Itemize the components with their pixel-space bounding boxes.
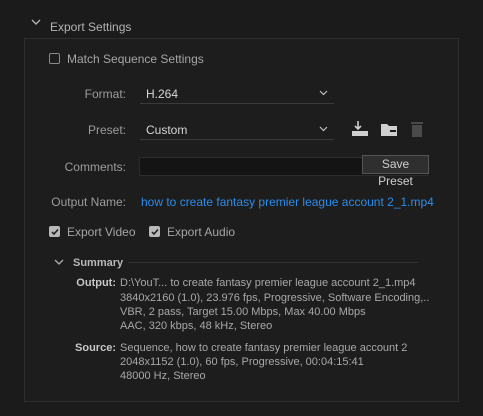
preset-value: Custom xyxy=(146,123,188,137)
format-dropdown[interactable]: H.264 xyxy=(140,84,334,104)
chevron-down-icon[interactable] xyxy=(30,16,42,28)
export-audio-checkbox[interactable] xyxy=(149,226,160,237)
summary-divider xyxy=(128,262,418,263)
summary-output-line: 3840x2160 (1.0), 23.976 fps, Progressive… xyxy=(120,292,430,304)
summary-source-line: 48000 Hz, Stereo xyxy=(120,370,206,382)
export-video-label: Export Video xyxy=(67,225,136,239)
format-value: H.264 xyxy=(146,87,179,101)
manage-presets-icon[interactable] xyxy=(379,121,399,138)
match-sequence-checkbox[interactable] xyxy=(49,53,60,64)
summary-source-line: 2048x1152 (1.0), 60 fps, Progressive, 00… xyxy=(120,356,364,368)
preset-label: Preset: xyxy=(87,123,126,137)
summary-output-key: Output: xyxy=(76,277,116,289)
match-sequence-label: Match Sequence Settings xyxy=(67,52,204,66)
preset-dropdown[interactable]: Custom xyxy=(140,120,334,140)
export-audio-label: Export Audio xyxy=(167,225,236,239)
chevron-down-icon xyxy=(319,90,328,96)
chevron-down-icon[interactable] xyxy=(54,258,64,266)
summary-title: Summary xyxy=(73,257,124,269)
summary-output-line: VBR, 2 pass, Target 15.00 Mbps, Max 40.0… xyxy=(120,306,366,318)
output-name-label: Output Name: xyxy=(51,195,126,209)
save-preset-button[interactable]: Save Preset xyxy=(362,155,429,188)
summary-output-line: AAC, 320 kbps, 48 kHz, Stereo xyxy=(120,320,273,332)
summary-source-line: Sequence, how to create fantasy premier … xyxy=(120,342,408,354)
export-video-checkbox[interactable] xyxy=(49,226,60,237)
summary-output-line: D:\YouT... to create fantasy premier lea… xyxy=(120,277,416,289)
output-name-link[interactable]: how to create fantasy premier league acc… xyxy=(141,195,434,209)
delete-preset-icon[interactable] xyxy=(409,120,425,138)
chevron-down-icon xyxy=(319,126,328,132)
section-title: Export Settings xyxy=(50,20,132,34)
summary-source-key: Source: xyxy=(75,342,116,354)
format-label: Format: xyxy=(84,87,126,101)
import-preset-icon[interactable] xyxy=(350,120,370,138)
comments-label: Comments: xyxy=(64,160,126,174)
